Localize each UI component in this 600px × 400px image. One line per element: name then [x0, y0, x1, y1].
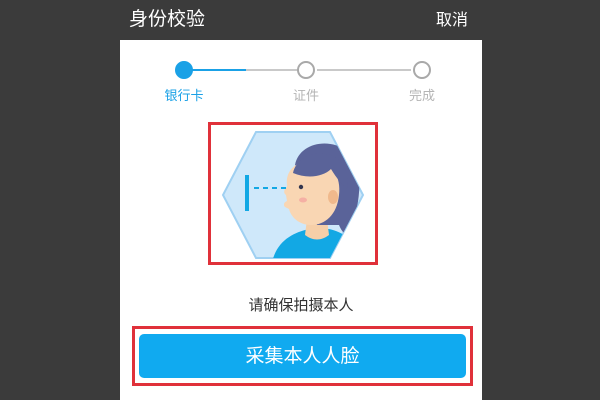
capture-face-button[interactable]: 采集本人人脸 [139, 334, 466, 378]
capture-hint: 请确保拍摄本人 [248, 296, 354, 314]
step-connector-2 [317, 69, 411, 71]
step-label-bank-card: 银行卡 [164, 89, 204, 104]
step-label-id: 证件 [292, 89, 319, 104]
title-bar: 身份校验 取消 [0, 0, 600, 40]
step-dot-bank-card [175, 61, 193, 79]
step-dot-done [413, 61, 431, 79]
verification-panel: 银行卡 证件 完成 请确保拍摄本人 采集本人人脸 [120, 40, 482, 400]
step-dot-id [297, 61, 315, 79]
step-connector-1 [192, 69, 300, 71]
cancel-button[interactable]: 取消 [436, 9, 468, 31]
step-label-done: 完成 [408, 89, 435, 104]
illustration-highlight-frame [208, 122, 378, 265]
page-title: 身份校验 [129, 8, 206, 30]
button-highlight-frame: 采集本人人脸 [132, 326, 473, 386]
progress-steps: 银行卡 证件 完成 [120, 40, 482, 110]
face-capture-illustration-icon [221, 131, 365, 259]
